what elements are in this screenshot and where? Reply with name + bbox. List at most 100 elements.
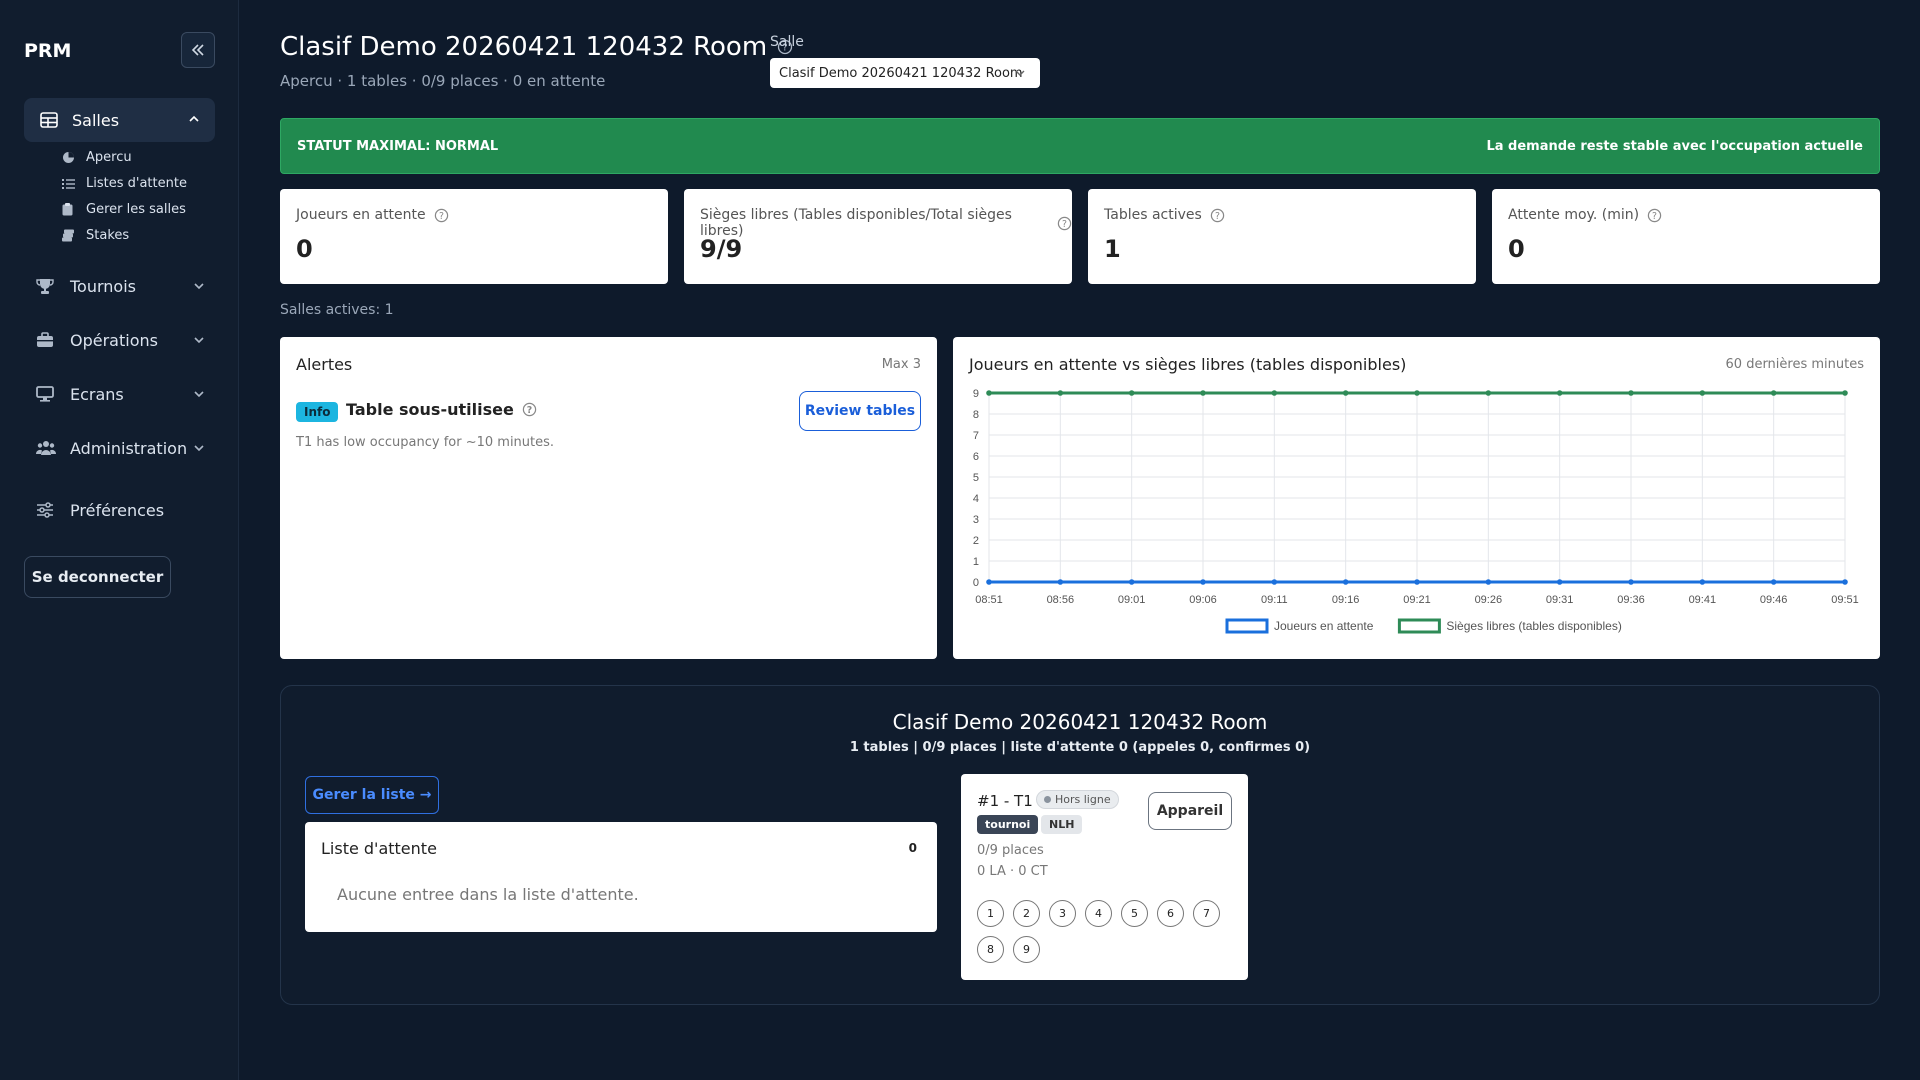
data-point [1556, 390, 1563, 396]
help-icon[interactable]: ? [1647, 208, 1662, 223]
legend-swatch [1397, 618, 1441, 634]
table-icon [40, 112, 58, 128]
alerts-max: Max 3 [881, 357, 921, 372]
manage-list-button[interactable]: Gerer la liste → [305, 776, 439, 814]
sidebar-item-label: Tournois [70, 276, 136, 296]
sidebar: PRM Salles Apercu Listes d'attente Gerer… [0, 0, 239, 1080]
metric-label: Sièges libres (Tables disponibles/Total … [700, 207, 1072, 239]
x-tick-label: 08:51 [975, 594, 1003, 606]
sidebar-item-salles[interactable]: Salles [24, 98, 215, 142]
salle-select[interactable]: Clasif Demo 20260421 120432 Room [770, 58, 1040, 88]
sidebar-item-label: Administration [70, 438, 188, 458]
data-point [1342, 579, 1349, 585]
help-icon[interactable]: ? [434, 208, 449, 223]
data-point [1342, 390, 1349, 396]
sidebar-item-preferences[interactable]: Préférences [36, 496, 206, 524]
alert-description: T1 has low occupancy for ~10 minutes. [296, 435, 555, 450]
seat-button[interactable]: 2 [1013, 900, 1040, 927]
data-point [1057, 579, 1064, 585]
seat-button[interactable]: 6 [1157, 900, 1184, 927]
sidebar-item-operations[interactable]: Opérations [36, 326, 206, 354]
x-tick-label: 08:56 [1047, 594, 1075, 606]
svg-text:?: ? [527, 405, 532, 416]
data-point [1128, 579, 1135, 585]
help-icon[interactable]: ? [1210, 208, 1225, 223]
status-dot-icon [1044, 796, 1051, 803]
sidebar-item-label: Salles [72, 110, 120, 130]
collapse-sidebar-button[interactable] [181, 32, 215, 68]
sidebar-item-label: Opérations [70, 330, 158, 350]
alerts-card: Alertes Max 3 Info Table sous-utilisee ?… [280, 337, 937, 659]
metric-label-text: Tables actives [1104, 207, 1202, 223]
subitem-label: Listes d'attente [86, 176, 187, 191]
table-places: 0/9 places [977, 843, 1044, 858]
x-tick-label: 09:21 [1403, 594, 1431, 606]
sidebar-item-administration[interactable]: Administration [36, 434, 206, 462]
sidebar-item-label: Préférences [70, 500, 165, 520]
logout-button[interactable]: Se deconnecter [24, 556, 171, 598]
y-tick-label: 9 [973, 388, 979, 400]
waitlist-empty: Aucune entree dans la liste d'attente. [337, 885, 639, 904]
call-device-button[interactable]: Appareil [1148, 792, 1232, 830]
y-tick-label: 1 [973, 556, 979, 568]
trophy-icon [36, 278, 56, 295]
status-message: La demande reste stable avec l'occupatio… [1486, 138, 1863, 154]
y-tick-label: 8 [973, 409, 979, 421]
page-title: Clasif Demo 20260421 120432 Room ? [280, 32, 793, 62]
briefcase-icon [36, 332, 56, 348]
review-tables-button[interactable]: Review tables [799, 391, 921, 431]
seat-button[interactable]: 8 [977, 936, 1004, 963]
seat-button[interactable]: 5 [1121, 900, 1148, 927]
chevron-down-icon [194, 283, 204, 290]
data-point [1200, 390, 1206, 396]
metric-card-free-seats: Sièges libres (Tables disponibles/Total … [684, 189, 1072, 284]
legend-label: Sièges libres (tables disponibles) [1446, 619, 1621, 633]
data-point [1128, 390, 1135, 396]
alert-title: Table sous-utilisee ? [346, 400, 537, 419]
data-point [1556, 579, 1563, 585]
sidebar-subitem-stakes[interactable]: Stakes [62, 228, 129, 243]
table-card: #1 - T1 Hors ligne tournoi NLH Appareil … [961, 774, 1248, 980]
help-icon[interactable]: ? [522, 402, 537, 417]
metric-label-text: Attente moy. (min) [1508, 207, 1640, 223]
y-tick-label: 4 [973, 493, 979, 505]
metric-label-text: Sièges libres (Tables disponibles/Total … [700, 207, 1012, 239]
data-point [1842, 390, 1848, 396]
x-tick-label: 09:16 [1332, 594, 1360, 606]
sidebar-subitem-apercu[interactable]: Apercu [62, 150, 132, 165]
room-summary: 1 tables | 0/9 places | liste d'attente … [849, 740, 1311, 755]
metric-card-avg-wait: Attente moy. (min)? 0 [1492, 189, 1880, 284]
sidebar-subitem-listes[interactable]: Listes d'attente [62, 176, 187, 191]
chevron-down-icon [194, 445, 204, 452]
sidebar-item-tournois[interactable]: Tournois [36, 272, 206, 300]
seat-button[interactable]: 3 [1049, 900, 1076, 927]
help-icon[interactable]: ? [1057, 216, 1072, 231]
chevron-down-icon [1015, 70, 1025, 76]
data-point [1271, 390, 1278, 396]
seat-button[interactable]: 1 [977, 900, 1004, 927]
seat-button[interactable]: 7 [1193, 900, 1220, 927]
table-la-ct: 0 LA · 0 CT [977, 864, 1048, 879]
svg-text:?: ? [1215, 210, 1220, 221]
chevron-down-icon [194, 391, 204, 398]
pie-chart-icon [62, 151, 76, 164]
data-point [1770, 390, 1777, 396]
svg-text:?: ? [1652, 210, 1657, 221]
seat-button[interactable]: 4 [1085, 900, 1112, 927]
waitlist-count: 0 [908, 841, 917, 855]
metric-label: Joueurs en attente? [296, 207, 449, 223]
sidebar-item-ecrans[interactable]: Ecrans [36, 380, 206, 408]
sidebar-subitem-gerer[interactable]: Gerer les salles [62, 202, 186, 217]
x-tick-label: 09:01 [1118, 594, 1146, 606]
info-badge: Info [296, 402, 339, 422]
data-point [986, 390, 992, 396]
x-tick-label: 09:31 [1546, 594, 1574, 606]
metric-value: 9/9 [700, 235, 743, 263]
x-tick-label: 09:41 [1689, 594, 1717, 606]
data-point [1271, 579, 1278, 585]
data-point [1842, 579, 1848, 585]
data-point [1057, 390, 1064, 396]
layers-icon [62, 229, 76, 242]
clipboard-icon [62, 203, 76, 216]
seat-button[interactable]: 9 [1013, 936, 1040, 963]
